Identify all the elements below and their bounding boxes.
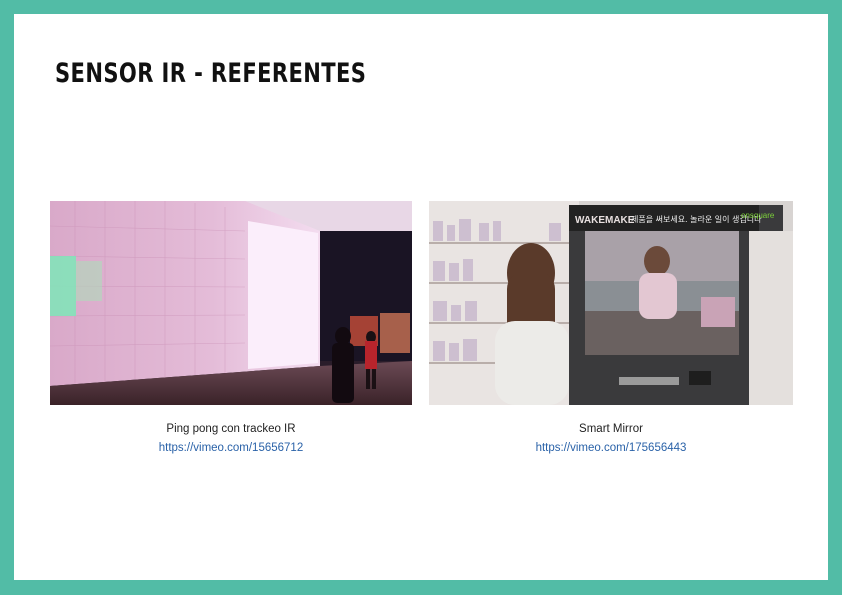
reference-caption-smart-mirror: Smart Mirror <box>579 423 643 435</box>
ping-pong-photo <box>50 201 412 405</box>
slide: SENSOR IR - REFERENTES WAKEMAKE 제품을 써보세요… <box>14 14 828 580</box>
logo-text: onsquare <box>741 211 775 220</box>
reference-link-ping-pong[interactable]: https://vimeo.com/15656712 <box>50 442 412 454</box>
smart-mirror-photo: WAKEMAKE 제품을 써보세요. 놀라운 일이 생깁니다 onsquare <box>429 201 793 405</box>
reference-caption-ping-pong: Ping pong con trackeo IR <box>166 423 296 435</box>
brand-text: WAKEMAKE <box>575 215 635 226</box>
reference-link-smart-mirror[interactable]: https://vimeo.com/175656443 <box>429 442 793 454</box>
slide-title: SENSOR IR - REFERENTES <box>55 58 367 89</box>
